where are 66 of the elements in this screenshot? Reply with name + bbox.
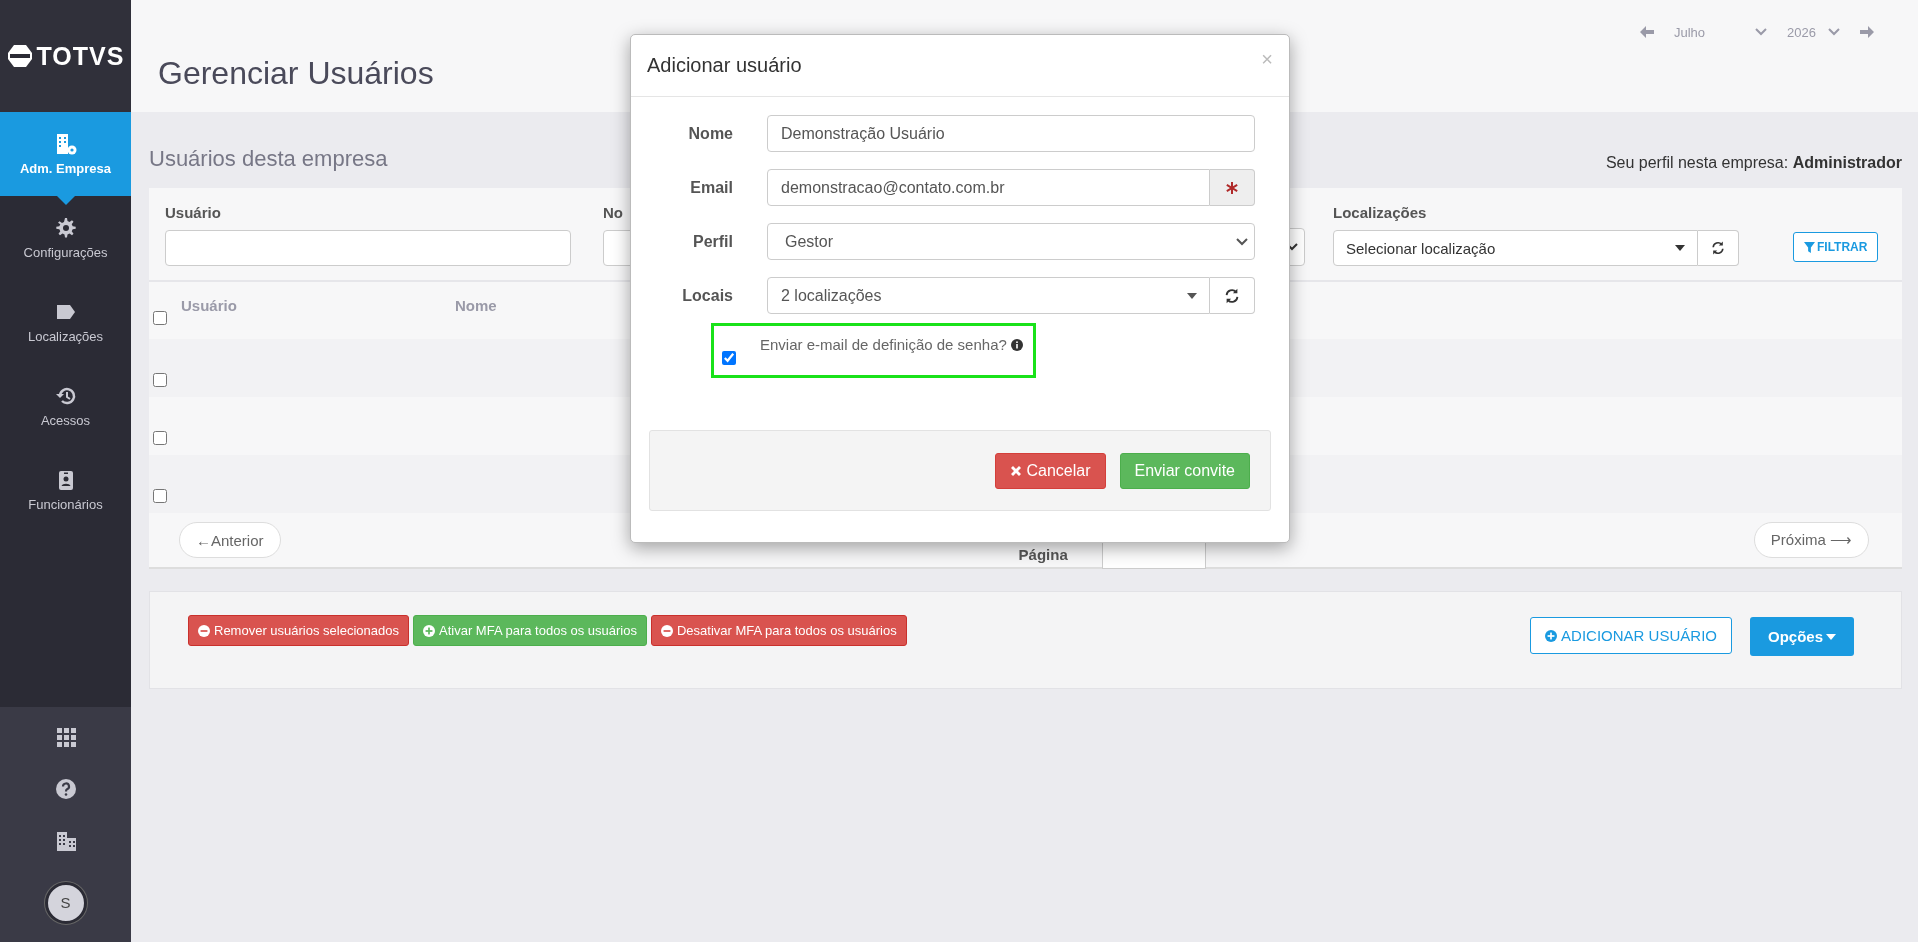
chevron-down-icon bbox=[1828, 28, 1840, 36]
profile-text: Seu perfil nesta empresa: Administrador bbox=[1605, 154, 1902, 172]
section-title: Usuários desta empresa bbox=[149, 146, 388, 172]
page-title: Gerenciar Usuários bbox=[157, 54, 434, 93]
sidebar-item[interactable]: Acessos bbox=[0, 364, 131, 448]
row-checkbox[interactable] bbox=[153, 373, 167, 387]
text-field[interactable]: Demonstração Usuário bbox=[767, 115, 1255, 152]
refresh-icon bbox=[1710, 240, 1726, 256]
profile-select[interactable]: Gestor bbox=[767, 223, 1255, 260]
action-button[interactable]: Desativar MFA para todos os usuários bbox=[650, 615, 907, 646]
field-label: Perfil bbox=[692, 232, 733, 251]
page-label: Página bbox=[1018, 545, 1068, 563]
help-icon[interactable] bbox=[54, 777, 77, 800]
gear-icon bbox=[54, 216, 77, 239]
email-field[interactable]: demonstracao@contato.com.br bbox=[767, 169, 1210, 206]
column-header: Nome bbox=[455, 297, 497, 314]
caret-icon bbox=[1826, 633, 1836, 640]
refresh-icon bbox=[1223, 286, 1241, 305]
sidebar-item[interactable]: Configurações bbox=[0, 196, 131, 280]
field-label: Email bbox=[689, 178, 733, 197]
field-label: Locais bbox=[681, 286, 733, 305]
filter-icon bbox=[1804, 241, 1815, 253]
caret-icon bbox=[1675, 245, 1685, 251]
building-gear-icon bbox=[54, 132, 77, 155]
close-icon bbox=[1010, 464, 1023, 477]
sidebar-item[interactable]: Localizações bbox=[0, 280, 131, 364]
options-button[interactable]: Opções bbox=[1749, 617, 1854, 656]
building-icon[interactable] bbox=[54, 829, 77, 852]
user-filter-field[interactable] bbox=[165, 230, 571, 266]
cancel-button[interactable]: Cancelar bbox=[995, 452, 1106, 489]
location-select[interactable]: Selecionar localização bbox=[1333, 230, 1698, 266]
checkbox-label: Enviar e-mail de definição de senha? bbox=[760, 336, 1007, 353]
select-all-checkbox[interactable] bbox=[153, 310, 167, 325]
arrow-right-icon[interactable] bbox=[1860, 26, 1874, 38]
avatar[interactable]: S bbox=[44, 881, 87, 924]
field-label: Nome bbox=[687, 124, 733, 143]
locations-select[interactable]: 2 localizações bbox=[767, 277, 1210, 314]
row-checkbox[interactable] bbox=[153, 489, 167, 503]
add-user-button[interactable]: ADICIONAR USUÁRIO bbox=[1530, 617, 1732, 654]
previous-button[interactable]: ←Anterior bbox=[179, 522, 281, 558]
refresh-button[interactable] bbox=[1698, 230, 1739, 266]
minus-circle-icon bbox=[660, 624, 673, 637]
column-header: Usuário bbox=[181, 297, 238, 314]
logo-icon bbox=[6, 43, 33, 69]
refresh-button[interactable] bbox=[1210, 277, 1255, 314]
filter-button[interactable]: FILTRAR bbox=[1793, 232, 1879, 262]
row-checkbox[interactable] bbox=[153, 431, 167, 445]
modal-title: Adicionar usuário bbox=[647, 54, 802, 77]
chevron-down-icon bbox=[1755, 28, 1768, 36]
next-button[interactable]: Próxima ⟶ bbox=[1753, 522, 1869, 558]
plus-circle-icon bbox=[1545, 629, 1558, 642]
asterisk-icon bbox=[1226, 181, 1238, 194]
filter-label: Localizações bbox=[1333, 204, 1427, 222]
send-email-checkbox[interactable] bbox=[722, 351, 736, 365]
caret-icon bbox=[1187, 292, 1197, 299]
chevron-down-icon bbox=[1236, 237, 1248, 246]
grid-icon[interactable] bbox=[54, 725, 77, 748]
filter-label: Usuário bbox=[165, 204, 221, 222]
arrow-left-icon[interactable] bbox=[1640, 26, 1654, 38]
minus-circle-icon bbox=[198, 624, 210, 637]
action-button[interactable]: Remover usuários selecionados bbox=[188, 615, 409, 646]
sidebar-item[interactable]: Funcionários bbox=[0, 448, 131, 532]
info-icon bbox=[1010, 339, 1023, 351]
logo-text: TOTVS bbox=[36, 41, 125, 71]
plus-circle-icon bbox=[423, 624, 435, 637]
filter-label: No bbox=[603, 204, 623, 222]
